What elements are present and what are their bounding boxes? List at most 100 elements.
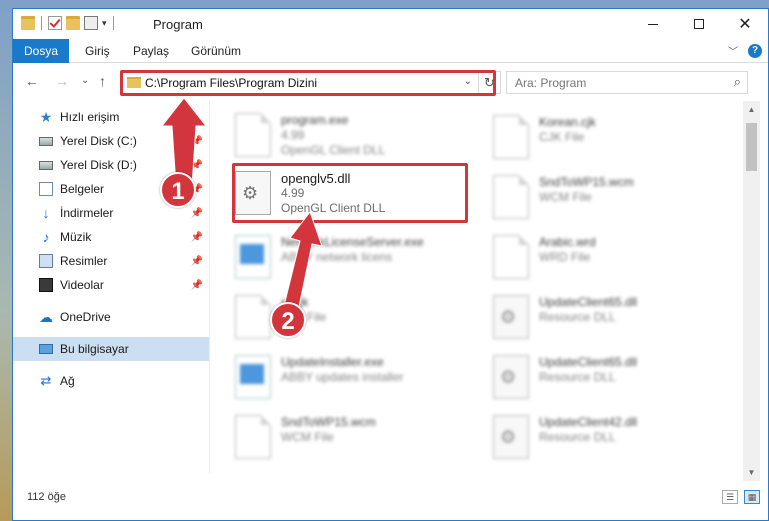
- new-folder-icon[interactable]: [66, 16, 80, 30]
- scroll-down-icon[interactable]: ▼: [743, 464, 760, 481]
- sidebar-item-label: Belgeler: [60, 182, 105, 196]
- file-item[interactable]: ⚙ UpdateClient42.dll Resource DLL: [479, 411, 719, 463]
- file-meta: 4.99: [281, 128, 305, 142]
- tab-file[interactable]: Dosya: [13, 39, 69, 63]
- file-meta: Resource DLL: [539, 370, 616, 384]
- recent-locations-chevron-icon[interactable]: ⌄: [81, 75, 89, 86]
- file-item[interactable]: UpdateInstaller.exe ABBY updates install…: [221, 351, 461, 403]
- documents-icon: [39, 182, 53, 196]
- file-item[interactable]: ⚙ UpdateClient65.dll Resource DLL: [479, 291, 719, 343]
- window-title: Program: [153, 17, 203, 32]
- videos-icon: [39, 278, 53, 292]
- scroll-thumb[interactable]: [746, 123, 757, 171]
- dll-file-icon: ⚙: [493, 415, 529, 459]
- file-meta: Resource DLL: [539, 430, 616, 444]
- file-meta: WCM File: [539, 190, 592, 204]
- file-list: program.exe 4.99 OpenGL Client DLL ⚙ ope…: [221, 101, 741, 473]
- application-icon: [235, 235, 271, 279]
- file-highlight-box: [232, 163, 468, 223]
- cloud-icon: ☁: [39, 309, 53, 325]
- navigation-bar: ← → ⌄ ↑ C:\Program Files\Program Dizini …: [13, 67, 768, 97]
- properties-check-icon[interactable]: [48, 16, 62, 30]
- sidebar-item-label: İndirmeler: [60, 206, 114, 220]
- file-name: Korean.cjk: [539, 115, 596, 129]
- close-icon: ✕: [738, 16, 752, 33]
- pin-icon: 📌: [190, 279, 203, 291]
- document-icon: [235, 415, 271, 459]
- sidebar-item-this-pc[interactable]: Bu bilgisayar: [13, 337, 209, 361]
- tab-share[interactable]: Paylaş: [121, 39, 181, 63]
- file-meta: Resource DLL: [539, 310, 616, 324]
- minimize-icon: [648, 23, 658, 25]
- file-item[interactable]: sr.cjk CJK File: [221, 291, 461, 343]
- file-name: program.exe: [281, 113, 349, 127]
- sidebar-item-local-disk-c[interactable]: Yerel Disk (C:) 📌: [13, 129, 209, 153]
- search-input[interactable]: [507, 72, 707, 93]
- file-item[interactable]: Arabic.wrd WRD File: [479, 231, 719, 283]
- tab-home[interactable]: Giriş: [73, 39, 122, 63]
- file-name: UpdateClient42.dll: [539, 415, 638, 429]
- network-icon: ⇄: [40, 373, 52, 388]
- file-item[interactable]: program.exe 4.99 OpenGL Client DLL: [221, 109, 461, 161]
- pin-icon: 📌: [190, 159, 203, 171]
- pin-icon: 📌: [190, 255, 203, 267]
- file-meta: CJK File: [539, 130, 585, 144]
- file-item[interactable]: NetworkLicenseServer.exe ABBY network li…: [221, 231, 461, 283]
- sidebar-item-videos[interactable]: Videolar 📌: [13, 273, 209, 297]
- pin-icon: 📌: [190, 207, 203, 219]
- search-icon[interactable]: ⌕: [734, 74, 741, 90]
- file-meta: ABBY updates installer: [281, 370, 404, 384]
- sidebar-item-label: OneDrive: [60, 310, 111, 324]
- file-item[interactable]: ⚙ UpdateClient65.dll Resource DLL: [479, 351, 719, 403]
- file-name: Arabic.wrd: [539, 235, 596, 249]
- folder-icon[interactable]: [21, 16, 35, 30]
- status-bar: 112 öğe ☰ ▦: [13, 487, 768, 511]
- file-meta: ABBY network licens: [281, 250, 393, 264]
- sidebar-item-network[interactable]: ⇄ Ağ: [13, 369, 209, 393]
- minimize-button[interactable]: [630, 9, 676, 39]
- pane-divider[interactable]: [209, 101, 210, 473]
- toolbar-separator: [112, 16, 114, 30]
- file-item[interactable]: SndToWP15.wcm WCM File: [221, 411, 461, 463]
- dll-file-icon: ⚙: [493, 295, 529, 339]
- document-icon: [235, 295, 271, 339]
- customize-toolbar-chevron-icon[interactable]: ▾: [102, 18, 107, 29]
- scroll-up-icon[interactable]: ▲: [743, 101, 760, 118]
- properties-icon[interactable]: [84, 16, 98, 30]
- sidebar-item-label: Yerel Disk (C:): [60, 134, 137, 148]
- tab-view[interactable]: Görünüm: [179, 39, 253, 63]
- sidebar-item-quick-access[interactable]: ★ Hızlı erişim: [13, 105, 209, 129]
- ribbon: Dosya Giriş Paylaş Görünüm ﹀ ?: [13, 39, 768, 63]
- star-icon: ★: [39, 109, 53, 125]
- search-box[interactable]: ⌕: [506, 71, 748, 94]
- gear-icon: ⚙: [500, 367, 517, 387]
- sidebar-item-pictures[interactable]: Resimler 📌: [13, 249, 209, 273]
- close-button[interactable]: ✕: [722, 9, 768, 39]
- address-highlight-box: [120, 70, 496, 96]
- gear-icon: ⚙: [500, 427, 517, 447]
- maximize-button[interactable]: [676, 9, 722, 39]
- document-icon: [493, 175, 529, 219]
- sidebar-item-music[interactable]: ♪ Müzik 📌: [13, 225, 209, 249]
- title-bar: ▾ Program ✕: [13, 9, 768, 39]
- expand-ribbon-chevron-icon[interactable]: ﹀: [728, 43, 738, 58]
- file-name: SndToWP15.wcm: [539, 175, 634, 189]
- sidebar-item-label: Videolar: [60, 278, 104, 292]
- sidebar-item-label: Ağ: [60, 374, 75, 388]
- help-icon[interactable]: ?: [748, 43, 762, 58]
- maximize-icon: [694, 19, 704, 29]
- file-item[interactable]: SndToWP15.wcm WCM File: [479, 171, 719, 223]
- up-arrow-icon[interactable]: ↑: [99, 73, 106, 89]
- details-view-icon[interactable]: ☰: [722, 490, 738, 504]
- explorer-window: ▾ Program ✕ Dosya Giriş Paylaş Görünüm ﹀…: [12, 8, 769, 521]
- tiles-view-icon[interactable]: ▦: [744, 490, 760, 504]
- vertical-scrollbar[interactable]: ▲ ▼: [743, 101, 760, 481]
- sidebar-item-label: Bu bilgisayar: [60, 342, 129, 356]
- back-arrow-icon[interactable]: ←: [25, 73, 39, 89]
- window-controls: ✕: [630, 9, 768, 39]
- file-name: NetworkLicenseServer.exe: [281, 235, 424, 249]
- pictures-icon: [39, 254, 53, 268]
- forward-arrow-icon[interactable]: →: [55, 73, 69, 89]
- sidebar-item-onedrive[interactable]: ☁ OneDrive: [13, 305, 209, 329]
- file-item[interactable]: Korean.cjk CJK File: [479, 111, 719, 163]
